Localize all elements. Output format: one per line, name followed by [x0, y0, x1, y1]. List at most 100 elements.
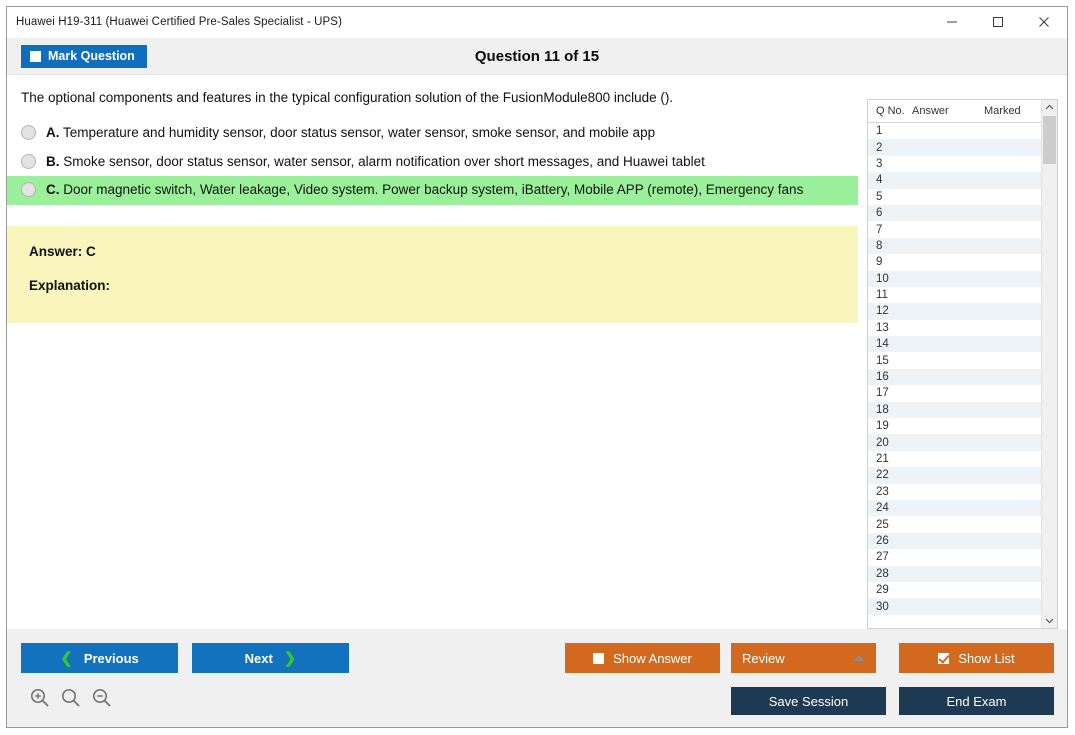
question-list-row[interactable]: 16: [868, 368, 1057, 386]
question-list-row[interactable]: 21: [868, 451, 1057, 467]
question-number: 26: [876, 534, 889, 547]
question-list-row[interactable]: 3: [868, 156, 1057, 172]
question-number: 29: [876, 584, 889, 597]
question-list-row[interactable]: 19: [868, 418, 1057, 434]
previous-button[interactable]: ❮ Previous: [21, 643, 178, 673]
save-session-button[interactable]: Save Session: [731, 687, 886, 715]
scroll-up-icon[interactable]: [1042, 100, 1057, 115]
question-counter: Question 11 of 15: [474, 47, 600, 65]
question-list-row[interactable]: 10: [868, 270, 1057, 287]
close-icon[interactable]: [1021, 7, 1067, 37]
question-number: 12: [876, 305, 889, 318]
question-list-row[interactable]: 8: [868, 237, 1057, 255]
question-number: 11: [876, 289, 888, 302]
scrollbar-thumb[interactable]: [1043, 116, 1056, 164]
question-number: 6: [876, 207, 883, 220]
question-number: 10: [876, 272, 889, 285]
question-number: 2: [876, 141, 883, 154]
chevron-left-icon: ❮: [60, 649, 73, 667]
radio-icon[interactable]: [21, 182, 36, 198]
toolbar: Mark Question Question 11 of 15: [7, 38, 1067, 75]
question-list-row[interactable]: 24: [868, 499, 1057, 517]
question-list-header: Q No. Answer Marked: [868, 100, 1057, 123]
question-list-row[interactable]: 14: [868, 336, 1057, 353]
option-b[interactable]: B. Smoke sensor, door status sensor, wat…: [7, 148, 858, 177]
question-list-row[interactable]: 11: [868, 287, 1057, 303]
review-label: Review: [742, 650, 785, 666]
radio-icon[interactable]: [21, 125, 36, 141]
question-pane: The optional components and features in …: [7, 75, 858, 629]
answer-label: Answer: C: [29, 244, 96, 260]
show-answer-checkbox-icon[interactable]: [593, 652, 605, 664]
show-answer-button[interactable]: Show Answer: [565, 643, 720, 673]
zoom-reset-icon[interactable]: [60, 687, 82, 709]
question-number: 9: [876, 256, 883, 269]
chevron-up-icon[interactable]: [853, 655, 865, 661]
question-number: 3: [876, 157, 883, 170]
mark-question-button[interactable]: Mark Question: [21, 44, 147, 68]
option-a-text: Temperature and humidity sensor, door st…: [63, 125, 656, 141]
question-list-row[interactable]: 7: [868, 221, 1057, 237]
minimize-icon[interactable]: [929, 7, 975, 37]
mark-question-checkbox-icon[interactable]: [30, 50, 41, 62]
question-list-row[interactable]: 13: [868, 320, 1057, 336]
exam-window: Huawei H19-311 (Huawei Certified Pre-Sal…: [6, 6, 1068, 728]
next-button[interactable]: Next ❯: [192, 643, 349, 673]
question-list-row[interactable]: 26: [868, 532, 1057, 550]
answer-panel: Answer: C Explanation:: [7, 226, 858, 324]
window-controls: [929, 7, 1067, 37]
question-number: 18: [876, 403, 889, 416]
question-list-scrollbar[interactable]: [1041, 100, 1057, 628]
end-exam-button[interactable]: End Exam: [899, 687, 1054, 715]
zoom-in-icon[interactable]: [29, 687, 51, 709]
options-list: A. Temperature and humidity sensor, door…: [7, 119, 858, 206]
question-list-row[interactable]: 30: [868, 598, 1057, 615]
question-list-row[interactable]: 15: [868, 352, 1057, 368]
desktop-background: Huawei H19-311 (Huawei Certified Pre-Sal…: [0, 0, 1075, 735]
radio-icon[interactable]: [21, 153, 36, 169]
question-number: 13: [876, 321, 889, 334]
zoom-controls: [29, 687, 113, 709]
question-list-rows[interactable]: 1 2 3 4 5 6 7 8 9 10 11 12 13 14 15 16 17 18 19 20 21 22 23 24 2…: [868, 123, 1057, 628]
question-list-row[interactable]: 27: [868, 549, 1057, 565]
question-number: 5: [876, 190, 883, 203]
question-list-row[interactable]: 29: [868, 582, 1057, 598]
question-list-row[interactable]: 9: [868, 254, 1057, 270]
question-list-row[interactable]: 28: [868, 565, 1057, 582]
question-list-row[interactable]: 4: [868, 172, 1057, 189]
question-list-row[interactable]: 2: [868, 139, 1057, 156]
question-number: 8: [876, 239, 883, 252]
question-list-row[interactable]: 5: [868, 189, 1057, 205]
option-a[interactable]: A. Temperature and humidity sensor, door…: [7, 119, 858, 148]
question-list-row[interactable]: 20: [868, 434, 1057, 451]
question-number: 1: [876, 125, 883, 138]
question-number: 17: [876, 387, 889, 400]
zoom-out-icon[interactable]: [91, 687, 113, 709]
question-number: 27: [876, 551, 889, 564]
question-number: 21: [876, 453, 889, 465]
question-list-row[interactable]: 12: [868, 303, 1057, 320]
option-c-text: Door magnetic switch, Water leakage, Vid…: [63, 182, 804, 198]
chevron-right-icon: ❯: [283, 649, 297, 667]
question-list-row[interactable]: 22: [868, 467, 1057, 484]
show-answer-label: Show Answer: [613, 650, 692, 666]
question-list-row[interactable]: 17: [868, 385, 1057, 401]
scroll-down-icon[interactable]: [1042, 613, 1057, 628]
maximize-icon[interactable]: [975, 7, 1021, 37]
question-list-row[interactable]: 25: [868, 516, 1057, 532]
question-list-row[interactable]: 23: [868, 484, 1057, 500]
question-text: The optional components and features in …: [21, 90, 674, 105]
question-list-row[interactable]: 18: [868, 401, 1057, 419]
footer-toolbar: ❮ Previous Next ❯ Show Answer Review Sho…: [7, 629, 1067, 727]
column-header-qno: Q No.: [876, 105, 905, 117]
show-list-button[interactable]: Show List: [899, 643, 1054, 673]
question-list-row[interactable]: 1: [868, 123, 1057, 139]
previous-label: Previous: [83, 650, 139, 666]
mark-question-label: Mark Question: [48, 49, 135, 63]
option-c[interactable]: C. Door magnetic switch, Water leakage, …: [7, 176, 858, 206]
option-b-letter: B.: [46, 153, 60, 169]
question-list-row[interactable]: 6: [868, 204, 1057, 222]
show-list-checkbox-icon[interactable]: [938, 652, 950, 664]
review-dropdown[interactable]: Review: [731, 643, 876, 673]
end-exam-label: End Exam: [946, 693, 1007, 709]
